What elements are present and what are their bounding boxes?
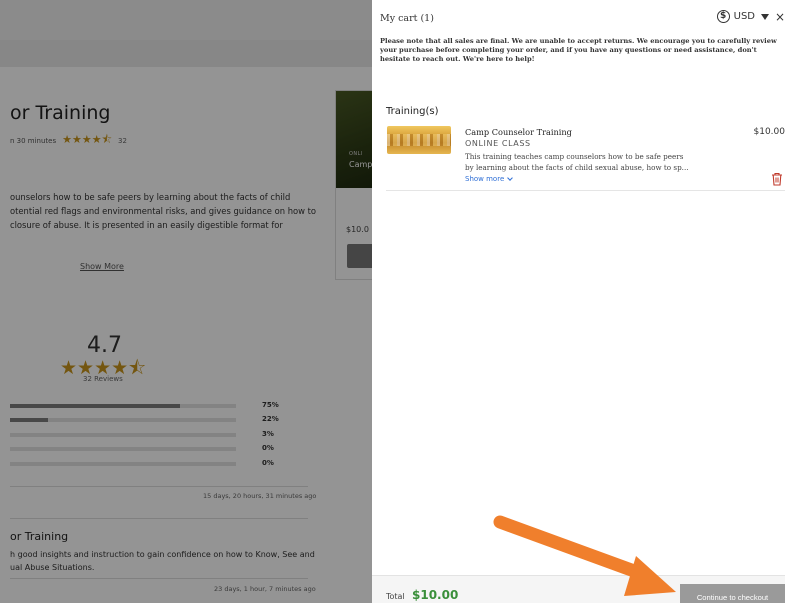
currency-selector[interactable]: $ USD (716, 10, 755, 23)
total-value: $10.00 (412, 588, 459, 602)
cart-item-price: $10.00 (753, 127, 785, 137)
cart-item-thumbnail (387, 126, 451, 154)
modal-backdrop[interactable] (0, 0, 372, 603)
divider (386, 190, 785, 191)
cart-item-show-more-link[interactable]: Show more (465, 174, 514, 183)
sales-final-notice: Please note that all sales are final. We… (380, 37, 777, 63)
cart-item-type: ONLINE CLASS (465, 139, 531, 148)
cart-item-name[interactable]: Camp Counselor Training (465, 127, 572, 137)
trainings-section-title: Training(s) (386, 106, 439, 117)
dollar-icon: $ (716, 10, 730, 23)
show-more-label: Show more (465, 175, 505, 183)
chevron-down-icon (507, 174, 514, 181)
cart-item-description: This training teaches camp counselors ho… (465, 151, 705, 173)
cart-item-description-line: by learning about the facts of child sex… (465, 163, 689, 172)
continue-to-checkout-button[interactable]: Continue to checkout (680, 584, 785, 603)
cart-title: My cart (1) (380, 13, 434, 24)
caret-down-icon[interactable] (761, 14, 769, 20)
trash-icon[interactable] (771, 172, 783, 186)
currency-label: USD (733, 11, 755, 22)
cart-item-description-line: This training teaches camp counselors ho… (465, 152, 684, 161)
close-icon[interactable]: × (775, 10, 785, 24)
cart-footer: Total $10.00 Continue to checkout (372, 575, 785, 603)
total-label: Total (386, 592, 405, 601)
cart-drawer: My cart (1) $ USD × Please note that all… (372, 0, 785, 603)
